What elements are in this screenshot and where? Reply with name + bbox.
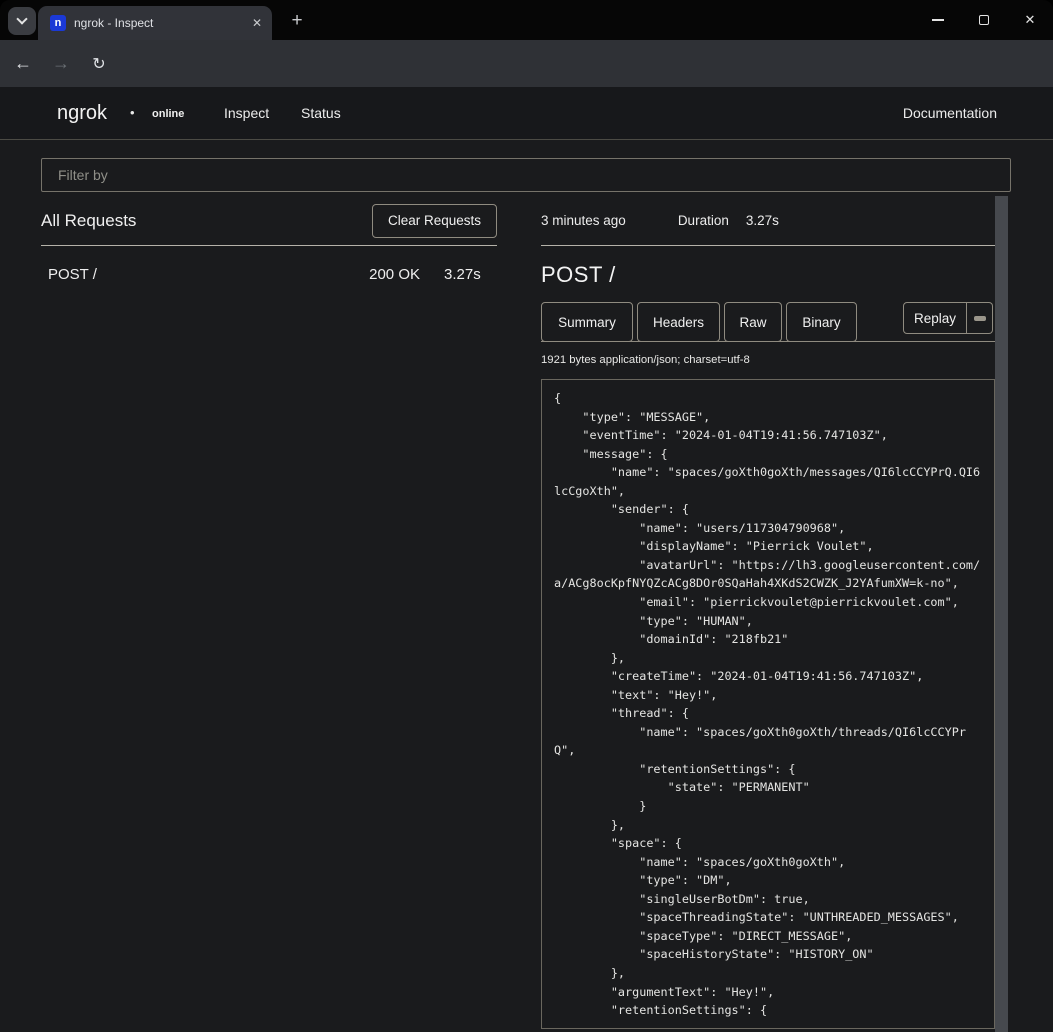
requests-panel: All Requests Clear Requests POST / 200 O… <box>41 196 497 294</box>
clear-requests-button[interactable]: Clear Requests <box>372 204 497 238</box>
request-status: 200 OK <box>369 266 420 283</box>
minimize-icon <box>932 19 944 21</box>
detail-header: 3 minutes ago Duration 3.27s <box>541 196 995 246</box>
nav-item-status[interactable]: Status <box>301 87 341 140</box>
close-button[interactable]: ✕ <box>1007 0 1053 40</box>
request-body-json: { "type": "MESSAGE", "eventTime": "2024-… <box>542 380 994 1029</box>
detail-scrollbar[interactable] <box>995 196 1008 1032</box>
request-duration: 3.27s <box>444 266 490 283</box>
filter-input[interactable] <box>41 158 1011 192</box>
duration-label: Duration <box>678 213 729 228</box>
browser-tab[interactable]: n ngrok - Inspect ✕ <box>38 6 272 40</box>
new-tab-button[interactable]: + <box>284 8 310 34</box>
request-time-ago: 3 minutes ago <box>541 213 626 228</box>
all-requests-title: All Requests <box>41 211 136 231</box>
filter-container <box>41 158 1011 192</box>
ngrok-header: ngrok • online Inspect Status Documentat… <box>0 87 1053 140</box>
request-body-block: { "type": "MESSAGE", "eventTime": "2024-… <box>541 379 995 1029</box>
nav-item-documentation[interactable]: Documentation <box>903 87 997 140</box>
close-icon: ✕ <box>1025 12 1036 28</box>
reload-button[interactable]: ↻ <box>84 40 114 87</box>
maximize-button[interactable] <box>961 0 1007 40</box>
replay-button[interactable]: Replay <box>903 302 967 334</box>
tab-summary[interactable]: Summary <box>541 302 633 342</box>
browser-titlebar: n ngrok - Inspect ✕ + ✕ <box>0 0 1053 40</box>
minimize-button[interactable] <box>915 0 961 40</box>
ngrok-logo[interactable]: ngrok <box>57 87 107 140</box>
request-method-path: POST / <box>48 266 97 283</box>
browser-window: n ngrok - Inspect ✕ + ✕ ← → ↻ i 127.0.0.… <box>0 0 1053 1032</box>
duration-value: 3.27s <box>746 213 779 228</box>
forward-button[interactable]: → <box>46 40 76 87</box>
detail-panel: 3 minutes ago Duration 3.27s POST / Summ… <box>541 196 995 1029</box>
nav-item-inspect[interactable]: Inspect <box>224 87 269 140</box>
back-button[interactable]: ← <box>8 40 38 87</box>
replay-options-icon <box>974 316 986 321</box>
tab-raw[interactable]: Raw <box>724 302 782 342</box>
tab-headers[interactable]: Headers <box>637 302 720 342</box>
chevron-down-icon <box>16 13 27 24</box>
content-type-meta: 1921 bytes application/json; charset=utf… <box>541 354 995 366</box>
replay-split-button: Replay <box>903 302 993 334</box>
request-list-item[interactable]: POST / 200 OK 3.27s <box>41 254 497 294</box>
status-dot: • <box>130 87 135 140</box>
requests-panel-header: All Requests Clear Requests <box>41 196 497 246</box>
tab-search-button[interactable] <box>8 7 36 35</box>
maximize-icon <box>979 15 989 25</box>
browser-toolbar: ← → ↻ i 127.0.0.1:4040/inspect/http ☆ Re… <box>0 40 1053 87</box>
window-controls: ✕ <box>915 0 1053 40</box>
ngrok-page: ngrok • online Inspect Status Documentat… <box>0 87 1053 1032</box>
tab-close-icon[interactable]: ✕ <box>252 16 262 30</box>
online-status: online <box>152 87 184 140</box>
replay-options-button[interactable] <box>967 302 993 334</box>
detail-tabs: Summary Headers Raw Binary Replay <box>541 302 995 342</box>
detail-title: POST / <box>541 262 995 288</box>
tab-title: ngrok - Inspect <box>74 16 234 30</box>
ngrok-favicon: n <box>50 15 66 31</box>
tab-binary[interactable]: Binary <box>786 302 857 342</box>
